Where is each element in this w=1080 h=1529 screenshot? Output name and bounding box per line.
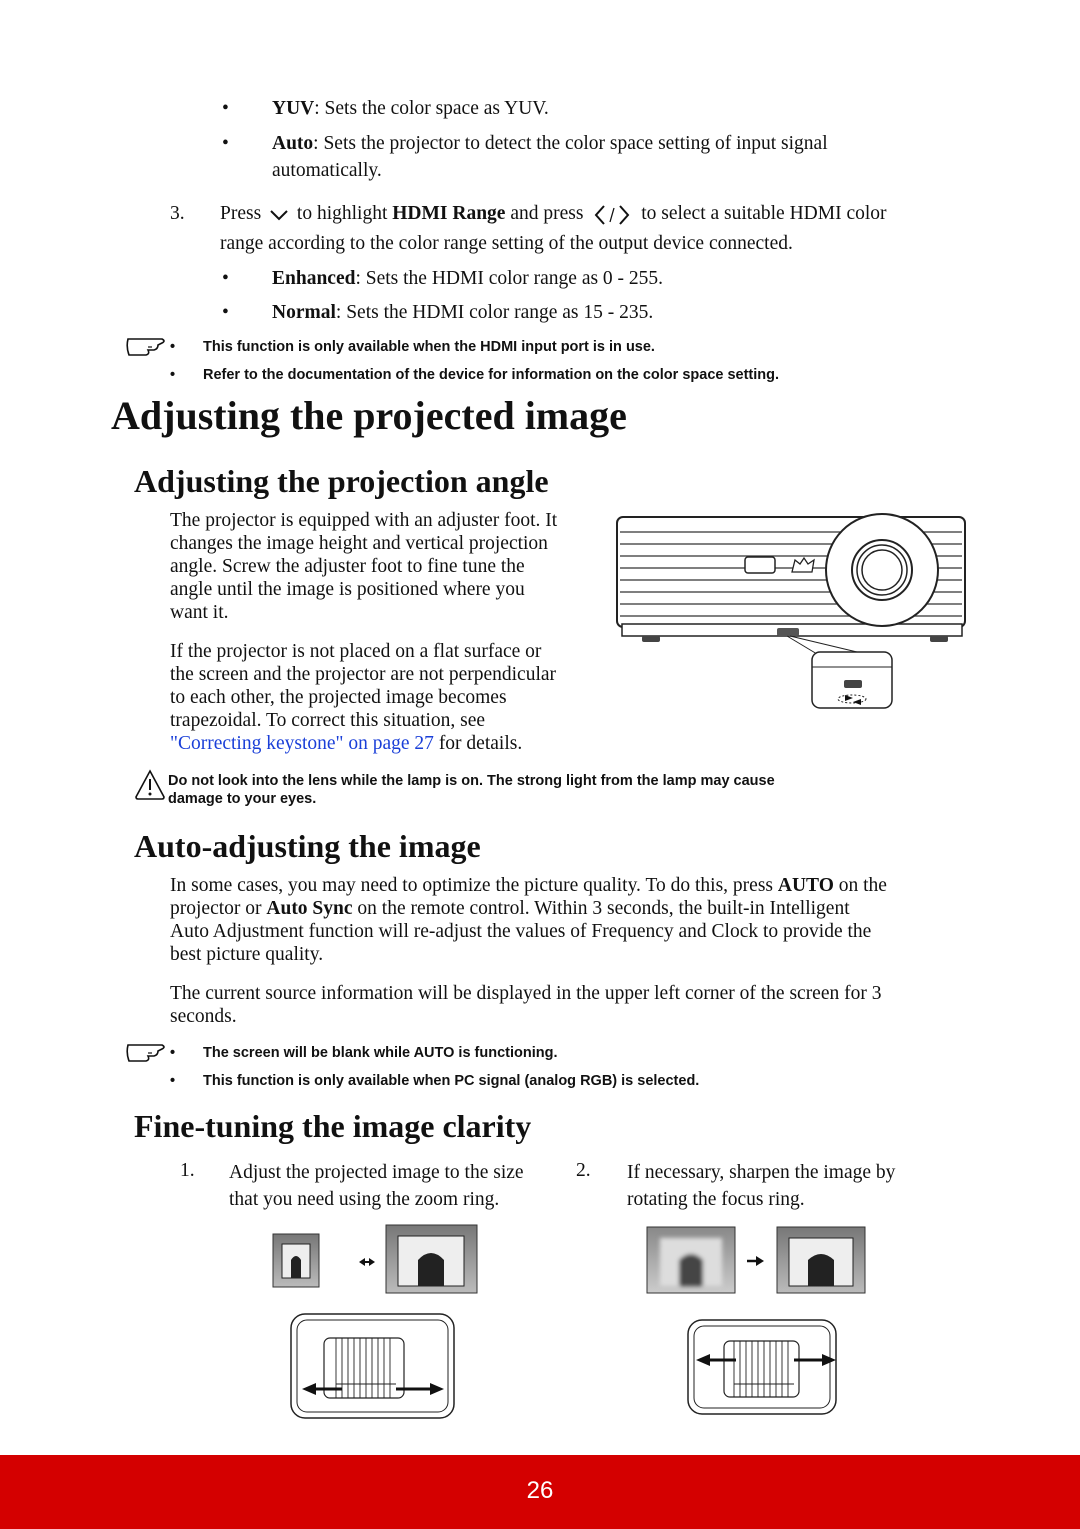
bullet: •: [222, 133, 229, 154]
bullet-text: : Sets the HDMI color range as 0 - 255.: [355, 268, 664, 289]
text-line: trapezoidal. To correct this situation, …: [170, 710, 486, 731]
arch-image-sharp: [776, 1226, 866, 1294]
subsection-heading: Auto-adjusting the image: [134, 828, 481, 864]
note-text: The screen will be blank while AUTO is f…: [203, 1045, 558, 1061]
term-auto: Auto: [272, 133, 314, 154]
auto-paragraph-2: The current source information will be d…: [170, 982, 881, 1028]
text-line: If the projector is not placed on a flat…: [170, 641, 542, 662]
text-line: angle until the image is positioned wher…: [170, 579, 525, 600]
bullet: •: [170, 1045, 176, 1061]
page-number: 26: [526, 1477, 554, 1504]
bullet-text: : Sets the color space as YUV.: [314, 98, 549, 119]
text-line: want it.: [170, 602, 229, 623]
angle-paragraph-1: The projector is equipped with an adjust…: [170, 509, 557, 624]
note-text: This function is only available when the…: [203, 339, 655, 355]
term-yuv: YUV: [272, 98, 315, 119]
text-line: Adjust the projected image to the size: [229, 1162, 524, 1183]
zoom-illustration: [272, 1224, 482, 1424]
chevron-down-icon: [266, 207, 292, 223]
bullet: •: [170, 339, 176, 355]
keystone-link[interactable]: "Correcting keystone" on page 27: [170, 733, 434, 754]
term-enhanced: Enhanced: [272, 268, 356, 289]
text-line: projector or Auto Sync on the remote con…: [170, 897, 887, 920]
bullet-enhanced: Enhanced: Sets the HDMI color range as 0…: [272, 267, 663, 290]
note-hand-icon: [124, 1041, 168, 1065]
term-auto-button: AUTO: [777, 875, 834, 896]
step-number: 2.: [576, 1160, 591, 1181]
step3-text: to highlight: [296, 203, 388, 224]
step3-text: to select a suitable HDMI color: [641, 203, 887, 224]
text-line: If necessary, sharpen the image by: [627, 1162, 896, 1183]
step3-text: and press: [510, 203, 584, 224]
note-hand-icon: [124, 335, 168, 359]
projector-illustration: [612, 512, 972, 712]
text-line: angle. Screw the adjuster foot to fine t…: [170, 556, 525, 577]
text: on the remote control. Within 3 seconds,…: [352, 898, 850, 919]
term-normal: Normal: [272, 302, 336, 323]
text-line: Do not look into the lens while the lamp…: [168, 773, 775, 789]
text-line: damage to your eyes.: [168, 791, 317, 807]
note-text: This function is only available when PC …: [203, 1073, 700, 1089]
bullet: •: [222, 302, 229, 323]
angle-paragraph-2: If the projector is not placed on a flat…: [170, 640, 556, 755]
link-tail: for details.: [433, 733, 523, 754]
term-hdmi-range: HDMI Range: [392, 203, 506, 224]
arch-image-large: [385, 1224, 478, 1294]
focus-illustration: [646, 1226, 870, 1426]
text-line: to each other, the projected image becom…: [170, 687, 507, 708]
page-footer: 26: [0, 1455, 1080, 1529]
bullet-auto: Auto: Sets the projector to detect the c…: [272, 132, 828, 155]
text-line: best picture quality.: [170, 944, 324, 965]
text-line: "Correcting keystone" on page 27 for det…: [170, 732, 556, 755]
text-line: rotating the focus ring.: [627, 1189, 805, 1210]
bullet-text: : Sets the projector to detect the color…: [313, 133, 828, 154]
bullet-normal: Normal: Sets the HDMI color range as 15 …: [272, 301, 653, 324]
bullet-auto-cont: automatically.: [272, 160, 382, 181]
fine-step-1: Adjust the projected image to the size t…: [229, 1159, 524, 1213]
text: In some cases, you may need to optimize …: [170, 875, 778, 896]
subsection-heading: Fine-tuning the image clarity: [134, 1108, 532, 1144]
text-line: In some cases, you may need to optimize …: [170, 874, 887, 897]
arch-image-small: [272, 1233, 320, 1288]
text: on the: [833, 875, 887, 896]
warning-text: Do not look into the lens while the lamp…: [168, 772, 775, 808]
subsection-heading: Adjusting the projection angle: [134, 463, 549, 499]
bullet: •: [170, 1073, 176, 1089]
bullet: •: [170, 367, 176, 383]
chevron-left-right-icon: [588, 204, 636, 226]
text-line: The current source information will be d…: [170, 983, 882, 1004]
text-line: the screen and the projector are not per…: [170, 664, 557, 685]
arch-image-blurry: [646, 1226, 736, 1294]
term-auto-sync: Auto Sync: [266, 898, 353, 919]
bullet: •: [222, 268, 229, 289]
step3-line1: Press to highlight HDMI Range and press …: [220, 202, 887, 226]
text-line: The projector is equipped with an adjust…: [170, 510, 558, 531]
fine-step-2: If necessary, sharpen the image by rotat…: [627, 1159, 895, 1213]
section-heading: Adjusting the projected image: [111, 393, 627, 438]
text-line: seconds.: [170, 1006, 237, 1027]
bullet: •: [222, 98, 229, 119]
step-number: 3.: [170, 203, 185, 224]
warning-icon: [134, 769, 166, 801]
bullet-yuv: YUV: Sets the color space as YUV.: [272, 97, 549, 120]
text-line: that you need using the zoom ring.: [229, 1189, 500, 1210]
note-text: Refer to the documentation of the device…: [203, 367, 780, 383]
text-line: Auto Adjustment function will re-adjust …: [170, 921, 872, 942]
step-number: 1.: [180, 1160, 195, 1181]
text-line: changes the image height and vertical pr…: [170, 533, 548, 554]
step3-line2: range according to the color range setti…: [220, 233, 793, 254]
step3-press: Press: [220, 203, 262, 224]
bullet-text: : Sets the HDMI color range as 15 - 235.: [335, 302, 654, 323]
auto-paragraph-1: In some cases, you may need to optimize …: [170, 874, 887, 966]
text: projector or: [170, 898, 267, 919]
